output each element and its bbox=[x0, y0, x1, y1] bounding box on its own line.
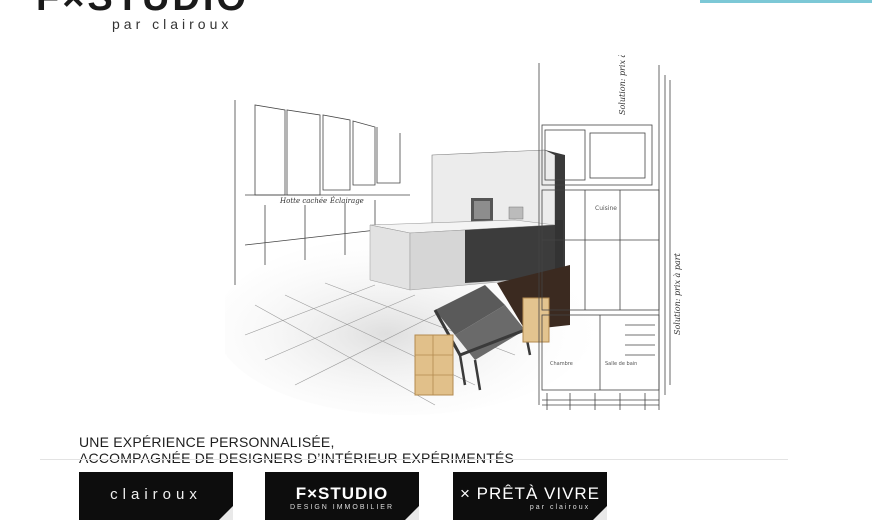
hero-tagline: UNE EXPÉRIENCE PERSONNALISÉE, ACCOMPAGNÉ… bbox=[79, 434, 514, 466]
tagline-line-2: ACCOMPAGNÉE DE DESIGNERS D’INTÉRIEUR EXP… bbox=[79, 450, 515, 466]
site-logo[interactable]: F×STUDIO par clairoux bbox=[36, 0, 296, 38]
brand-title: F×STUDIO bbox=[295, 484, 389, 503]
svg-text:Solution: prix à part: Solution: prix à part bbox=[618, 55, 627, 115]
brand-title: clairoux bbox=[110, 486, 202, 503]
brand-tile-fx-studio[interactable]: F×STUDIO DESIGN IMMOBILIER bbox=[265, 472, 419, 520]
brand-subtitle: par clairoux bbox=[529, 504, 591, 511]
page-curl-icon bbox=[593, 506, 607, 520]
top-accent-bar bbox=[700, 0, 872, 3]
kitchen-sketch-illustration: Hotte cachée Éclairage Solution: prix à … bbox=[215, 32, 682, 415]
page-curl-icon bbox=[405, 506, 419, 520]
brand-tile-pret-a-vivre[interactable]: × PRÊTÀ VIVRE par clairoux bbox=[453, 472, 607, 520]
tagline-line-1: UNE EXPÉRIENCE PERSONNALISÉE, bbox=[79, 434, 335, 450]
brand-title: × PRÊTÀ VIVRE bbox=[459, 484, 601, 503]
logo-tagline: par clairoux bbox=[112, 16, 233, 32]
page-curl-icon bbox=[219, 506, 233, 520]
brand-subtitle: DESIGN IMMOBILIER bbox=[289, 504, 394, 511]
svg-text:Éclairage: Éclairage bbox=[329, 196, 364, 205]
hero-image: Hotte cachée Éclairage Solution: prix à … bbox=[215, 32, 695, 435]
section-divider bbox=[40, 459, 788, 460]
svg-text:Chambre: Chambre bbox=[550, 361, 573, 367]
svg-text:Solution: prix à part: Solution: prix à part bbox=[673, 252, 682, 335]
brand-tile-clairoux[interactable]: clairoux bbox=[79, 472, 233, 520]
svg-text:Salle de bain: Salle de bain bbox=[605, 361, 637, 367]
svg-text:Cuisine: Cuisine bbox=[595, 205, 617, 212]
svg-text:Hotte cachée: Hotte cachée bbox=[279, 197, 327, 205]
